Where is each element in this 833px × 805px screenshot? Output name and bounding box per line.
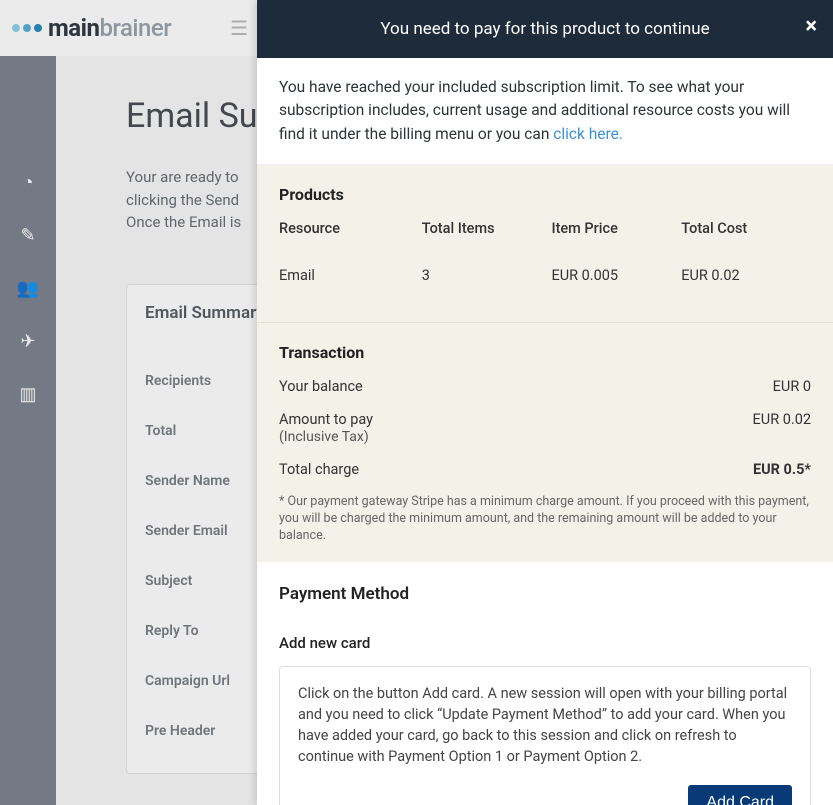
balance-label: Your balance	[279, 378, 363, 395]
balance-value: EUR 0	[773, 378, 811, 395]
cell-cost: EUR 0.02	[681, 267, 811, 284]
amount-sub: (Inclusive Tax)	[279, 429, 369, 445]
add-new-card-label: Add new card	[279, 634, 811, 652]
col-items: Total Items	[422, 220, 552, 237]
row-balance: Your balance EUR 0	[279, 378, 811, 395]
payment-method-heading: Payment Method	[279, 584, 811, 604]
cell-items: 3	[422, 267, 552, 284]
products-heading: Products	[279, 165, 811, 204]
add-card-button[interactable]: Add Card	[688, 785, 792, 805]
total-value: EUR 0.5*	[753, 461, 811, 478]
add-card-box: Click on the button Add card. A new sess…	[279, 666, 811, 805]
cell-resource: Email	[279, 267, 422, 284]
modal-header: You need to pay for this product to cont…	[257, 0, 833, 58]
add-card-instructions: Click on the button Add card. A new sess…	[298, 683, 792, 767]
modal-intro: You have reached your included subscript…	[257, 58, 833, 164]
click-here-link[interactable]: click here.	[553, 125, 623, 143]
cell-price: EUR 0.005	[551, 267, 681, 284]
col-price: Item Price	[551, 220, 681, 237]
amount-value: EUR 0.02	[753, 411, 811, 445]
transaction-heading: Transaction	[279, 323, 811, 362]
col-cost: Total Cost	[681, 220, 811, 237]
stripe-footnote: * Our payment gateway Stripe has a minim…	[279, 494, 811, 545]
close-icon[interactable]: ×	[805, 14, 817, 39]
payment-modal: You need to pay for this product to cont…	[257, 0, 833, 805]
row-total: Total charge EUR 0.5*	[279, 461, 811, 478]
total-label: Total charge	[279, 461, 359, 478]
modal-title: You need to pay for this product to cont…	[380, 19, 709, 39]
col-resource: Resource	[279, 220, 422, 237]
products-table: Resource Total Items Item Price Total Co…	[279, 220, 811, 284]
amount-label: Amount to pay	[279, 411, 373, 428]
row-amount: Amount to pay (Inclusive Tax) EUR 0.02	[279, 411, 811, 445]
